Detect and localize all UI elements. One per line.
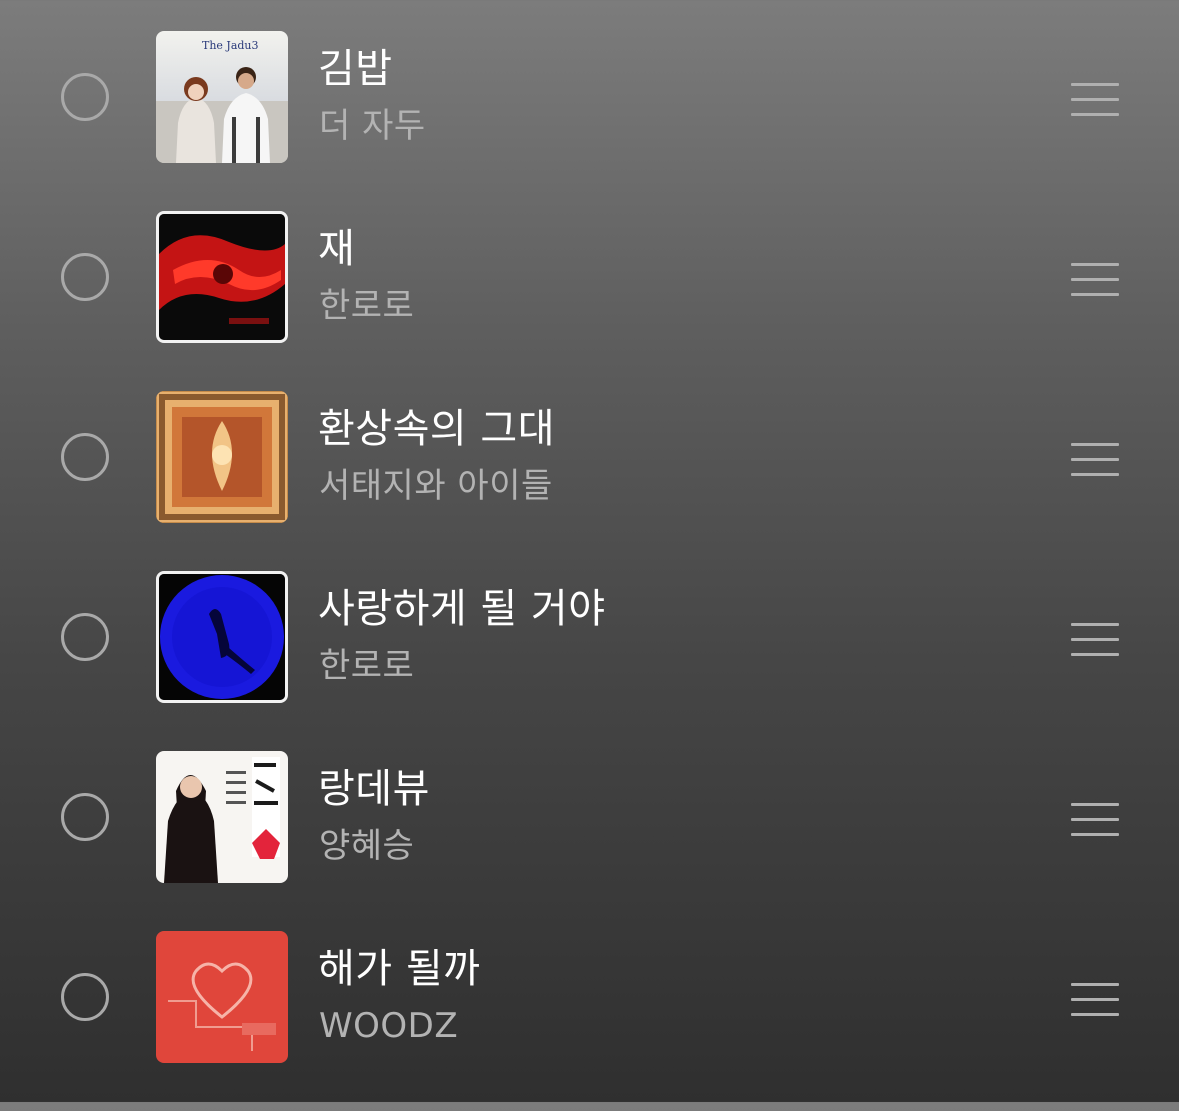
select-circle[interactable]	[61, 433, 109, 481]
drag-handle-icon[interactable]	[1071, 983, 1119, 1017]
track-row[interactable]: 환상속의 그대 서태지와 아이들	[0, 391, 1179, 571]
album-art	[156, 571, 288, 703]
drag-handle-icon[interactable]	[1071, 263, 1119, 297]
select-circle[interactable]	[61, 613, 109, 661]
drag-handle-icon[interactable]	[1071, 443, 1119, 477]
select-circle[interactable]	[61, 793, 109, 841]
track-title: 재	[318, 226, 356, 272]
track-row[interactable]: 랑데뷰 양혜승	[0, 751, 1179, 931]
album-art	[156, 751, 288, 883]
track-artist: 한로로	[319, 646, 415, 686]
select-circle[interactable]	[61, 253, 109, 301]
track-list: The Jadu3 김밥 더 자두 재 한로로 환상속의 그대 서태지와 아이들…	[0, 0, 1179, 1102]
select-circle[interactable]	[61, 973, 109, 1021]
track-artist: 한로로	[319, 286, 415, 326]
track-title: 해가 될까	[318, 946, 481, 992]
track-title: 사랑하게 될 거야	[318, 586, 606, 632]
track-row[interactable]: 사랑하게 될 거야 한로로	[0, 571, 1179, 751]
track-row[interactable]: 해가 될까 WOODZ	[0, 931, 1179, 1111]
track-title: 랑데뷰	[318, 766, 430, 812]
track-row[interactable]: The Jadu3 김밥 더 자두	[0, 31, 1179, 211]
track-artist: WOODZ	[319, 1006, 459, 1046]
track-artist: 더 자두	[319, 106, 426, 146]
drag-handle-icon[interactable]	[1071, 803, 1119, 837]
select-circle[interactable]	[61, 73, 109, 121]
album-art	[156, 391, 288, 523]
track-title: 환상속의 그대	[318, 406, 556, 452]
album-art	[156, 931, 288, 1063]
track-artist: 서태지와 아이들	[319, 466, 553, 506]
drag-handle-icon[interactable]	[1071, 623, 1119, 657]
track-artist: 양혜승	[319, 826, 415, 866]
track-title: 김밥	[318, 46, 393, 92]
album-art: The Jadu3	[156, 31, 288, 163]
track-row[interactable]: 재 한로로	[0, 211, 1179, 391]
album-art-label: The Jadu3	[202, 39, 259, 52]
drag-handle-icon[interactable]	[1071, 83, 1119, 117]
album-art	[156, 211, 288, 343]
